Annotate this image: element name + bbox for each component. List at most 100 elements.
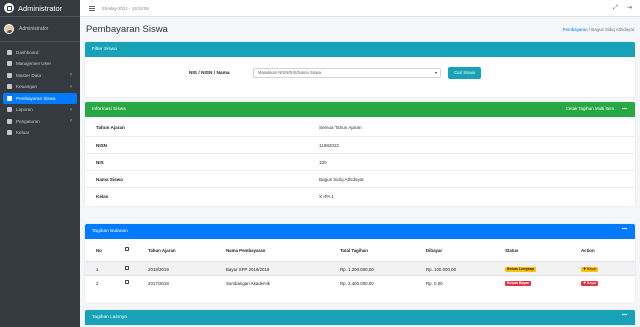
cetak-tagihan-button[interactable]: Cetak Tagihan Multi Item [566, 106, 614, 111]
info-row: NIS 100 [85, 153, 635, 170]
filter-label: NIS / NISN / Nama [189, 71, 230, 76]
bayar-label: Bayar [587, 267, 597, 271]
sign-out-icon [7, 130, 12, 136]
informasi-siswa-card: Informasi Siswa Cetak Tagihan Multi Item… [85, 102, 635, 206]
col-header-nama: Nama Pembayaran [226, 248, 266, 253]
filter-body: NIS / NISN / Nama Masukkan NISN/NIS/Nama… [85, 57, 635, 97]
fullscreen-icon[interactable]: ⤢ [613, 5, 618, 11]
collapse-icon[interactable] [622, 108, 627, 109]
info-label: NIS [96, 160, 104, 165]
status-badge-label: Belum Bayar [505, 281, 531, 286]
table-row: 1 2018/2019 Bayar SPP 2018/2019 Rp. 1.20… [85, 261, 635, 275]
sidebar-item-laporan[interactable]: Laporan ‹ [3, 105, 77, 116]
avatar [4, 24, 14, 34]
bayar-button-label: ✚ Bayar [581, 281, 599, 286]
student-search-placeholder: Masukkan NISN/NIS/Nama Siswa [258, 70, 322, 75]
info-label: NISN [96, 143, 107, 148]
info-value: Semua Tahun Ajaran [319, 125, 362, 130]
info-row: NISN 11982022 [85, 136, 635, 153]
col-header-action: Action [581, 248, 595, 253]
top-icons: ⤢ ⇥ [613, 5, 632, 11]
brand-link[interactable]: Administrator [0, 0, 80, 17]
cell-total: Rp. 1.200.000,00 [340, 266, 374, 272]
tagihan-bulanan-header: Tagihan Bulanan [85, 224, 635, 239]
informasi-siswa-header: Informasi Siswa Cetak Tagihan Multi Item [85, 102, 635, 117]
collapse-icon[interactable] [622, 228, 627, 229]
sidebar-item-pembayaran-siswa[interactable]: Pembayaran Siswa [3, 93, 77, 104]
credit-card-icon [7, 95, 12, 101]
filter-card: Filter Siswa NIS / NISN / Nama Masukkan … [85, 42, 635, 97]
tagihan-table: No Tahun Ajaran Nama Pembayaran Total Ta… [85, 239, 635, 303]
col-header-tahun: Tahun Ajaran [148, 248, 176, 253]
hamburger-menu-icon[interactable] [89, 5, 95, 11]
user-panel[interactable]: Administrator [0, 17, 80, 42]
col-header-dibayar: Dibayar [426, 248, 443, 253]
cell-dibayar: Rp. 0,00 [426, 280, 443, 286]
table-header-row: No Tahun Ajaran Nama Pembayaran Total Ta… [85, 239, 635, 261]
info-rows: Tahun Ajaran Semua Tahun Ajaran NISN 119… [85, 117, 635, 206]
table-row: 2 2017/2018 Sumbangan Akademik Rp. 3.400… [85, 275, 635, 289]
cell-no: 2 [96, 280, 99, 286]
sidebar-item-label: Master Data [16, 72, 42, 78]
student-search-select[interactable]: Masukkan NISN/NIS/Nama Siswa ▾ [253, 68, 441, 78]
sidebar-item-keluar[interactable]: Keluar [3, 128, 77, 139]
sidebar-item-manajemen-user[interactable]: Manajemen User [3, 59, 77, 70]
bayar-button[interactable]: ✚ Bayar [581, 280, 599, 286]
tagihan-bulanan-title: Tagihan Bulanan [92, 229, 128, 234]
sidebar-item-label: Dashboard [16, 49, 39, 55]
info-row: Kelas X IPA 1 [85, 187, 635, 204]
datetime: 28-May-2021 - 19:04:08 [102, 5, 149, 11]
sidebar-item-dashboard[interactable]: Dashboard [3, 47, 77, 58]
sidebar-item-keuangan[interactable]: Keuangan ‹ [3, 82, 77, 93]
info-row: Tahun Ajaran Semua Tahun Ajaran [85, 119, 635, 136]
dashboard-icon [7, 49, 12, 55]
top-navbar: 28-May-2021 - 19:04:08 ⤢ ⇥ [80, 0, 640, 17]
chevron-left-icon: ‹ [70, 83, 72, 90]
sidebar-item-label: Laporan [16, 107, 33, 113]
chevron-left-icon: ‹ [70, 72, 72, 78]
caret-down-icon: ▾ [434, 70, 437, 75]
info-value: 100 [319, 160, 327, 165]
brand-text: Administrator [18, 3, 63, 13]
tagihan-lainnya-tools [622, 314, 627, 315]
breadcrumb-current: Bagus Sidiq Athidayat [591, 27, 634, 32]
cell-nama: Sumbangan Akademik [226, 280, 270, 286]
info-label: Tahun Ajaran [96, 125, 125, 130]
breadcrumb-link[interactable]: Pembayaran [563, 27, 588, 32]
informasi-siswa-tools: Cetak Tagihan Multi Item [566, 106, 627, 111]
row-checkbox[interactable] [125, 279, 129, 284]
status-badge: Belum Lengkap [505, 266, 536, 272]
filter-card-header: Filter Siswa [85, 42, 635, 57]
tagihan-bulanan-tools [622, 228, 627, 229]
row-checkbox[interactable] [125, 265, 129, 270]
cell-tahun: 2018/2019 [148, 266, 169, 272]
col-header-total: Total Tagihan [340, 248, 368, 253]
cell-nama: Bayar SPP 2018/2019 [226, 266, 270, 272]
sidebar-item-label: Keluar [16, 130, 30, 136]
sidebar-item-pengaturan[interactable]: Pengaturan ‹ [3, 116, 77, 127]
informasi-siswa-title: Informasi Siswa [92, 107, 126, 112]
info-row: Nama Siswa Bagus Sidiq Athidayat [85, 170, 635, 187]
bayar-button[interactable]: ✚ Bayar [581, 266, 599, 272]
main-content: Pembayaran Siswa Pembayaran / Bagus Sidi… [80, 17, 640, 327]
page-title: Pembayaran Siswa [86, 24, 168, 35]
col-header-status: Status [505, 248, 519, 253]
tagihan-lainnya-card: Tagihan Lainnya [85, 310, 635, 325]
sidebar: Administrator Administrator Dashboard Ma… [0, 0, 80, 327]
select-all-checkbox[interactable] [125, 247, 129, 251]
collapse-icon[interactable] [622, 314, 627, 315]
logout-icon[interactable]: ⇥ [627, 5, 632, 11]
sidebar-item-label: Pembayaran Siswa [16, 95, 56, 101]
sidebar-item-master-data[interactable]: Master Data ‹ [3, 70, 77, 81]
info-value: Bagus Sidiq Athidayat [319, 177, 364, 182]
user-name: Administrator [19, 26, 49, 32]
bayar-button-label: ✚ Bayar [581, 267, 599, 272]
book-icon [7, 107, 12, 113]
chevron-left-icon: ‹ [70, 118, 72, 124]
info-label: Nama Siswa [96, 177, 123, 182]
col-header-no: No [96, 248, 102, 253]
database-icon [7, 72, 12, 78]
cari-siswa-button[interactable]: Cari Siswa [448, 67, 481, 79]
tagihan-lainnya-header: Tagihan Lainnya [85, 310, 635, 325]
users-icon [7, 61, 12, 67]
